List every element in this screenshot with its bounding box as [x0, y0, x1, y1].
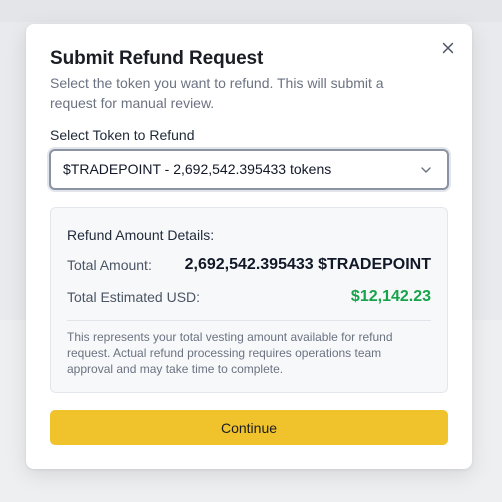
- token-select-value: $TRADEPOINT - 2,692,542.395433 tokens: [63, 161, 332, 177]
- total-usd-label: Total Estimated USD:: [67, 289, 201, 305]
- modal-title: Submit Refund Request: [50, 48, 264, 69]
- token-select[interactable]: $TRADEPOINT - 2,692,542.395433 tokens: [49, 149, 449, 190]
- backdrop-top: [0, 0, 502, 22]
- refund-details-panel: Refund Amount Details: Total Amount: 2,6…: [50, 207, 448, 393]
- details-heading: Refund Amount Details:: [67, 227, 215, 243]
- details-note: This represents your total vesting amoun…: [67, 330, 393, 376]
- close-icon: [442, 42, 454, 54]
- total-amount-label: Total Amount:: [67, 257, 152, 273]
- continue-button[interactable]: Continue: [50, 410, 448, 445]
- token-select-label: Select Token to Refund: [50, 127, 195, 143]
- details-divider: [67, 320, 431, 321]
- modal-description: Select the token you want to refund. Thi…: [50, 75, 384, 111]
- refund-modal: Submit Refund Request Select the token y…: [26, 24, 472, 469]
- total-usd-value: $12,142.23: [350, 288, 431, 305]
- chevron-down-icon: [421, 167, 431, 173]
- total-amount-value: 2,692,542.395433 $TRADEPOINT: [184, 256, 431, 273]
- close-button[interactable]: [438, 38, 458, 58]
